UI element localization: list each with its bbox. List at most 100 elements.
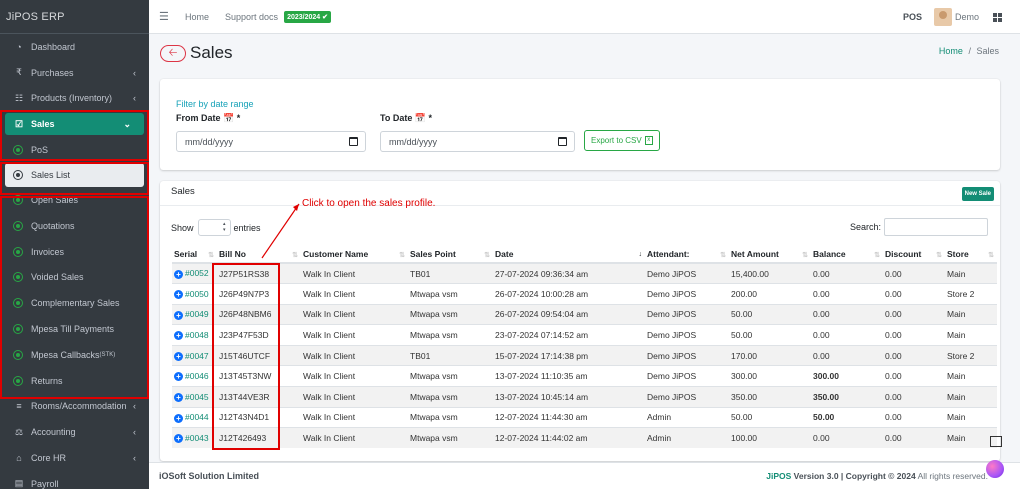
sidebar-item-suffix: (STK) (99, 351, 116, 358)
sidebar-item-label: Quotations (31, 220, 75, 231)
cell-bill-no[interactable]: J12T43N4D1 (217, 406, 301, 428)
from-date-input[interactable]: mm/dd/yyyy (176, 131, 366, 152)
sidebar-item-payroll[interactable]: ▤ Payroll (0, 471, 149, 489)
sidebar-item-pos[interactable]: PoS (0, 137, 149, 163)
sidebar-item-returns[interactable]: Returns (0, 368, 149, 394)
expand-row-icon[interactable]: + (174, 434, 183, 444)
cell-bill-no[interactable]: J26P49N7P3 (217, 283, 301, 305)
sidebar-item-sales[interactable]: ☑ Sales ⌄ (5, 113, 144, 136)
avatar[interactable] (933, 8, 952, 26)
calendar-icon[interactable] (558, 137, 567, 146)
cell-serial: + #0047 (172, 344, 217, 366)
expand-row-icon[interactable]: + (174, 269, 183, 279)
pos-link[interactable]: POS (903, 12, 922, 22)
back-arrow-icon[interactable]: 🡠 (160, 44, 186, 62)
table-row[interactable]: + #0046 J13T45T3NW Walk In Client Mtwapa vsm… (172, 365, 997, 387)
table-row[interactable]: + #0049 J26P48NBM6 Walk In Client Mtwapa vsm… (172, 303, 997, 325)
column-header[interactable]: Attendant: ⇅ (645, 246, 729, 264)
cell-store: Main (945, 324, 997, 346)
expand-row-icon[interactable]: + (174, 392, 183, 402)
sidebar-item-products-inventory[interactable]: ☷ Products (Inventory) ‹ (0, 86, 149, 112)
cell-discount: 0.00 (883, 262, 945, 284)
home-link[interactable]: Home (185, 12, 209, 22)
sidebar-nav: ◔ Dashboard ₹ Purchases ‹ ☷ Products (Inventor… (0, 34, 149, 489)
expand-row-icon[interactable]: + (174, 331, 183, 341)
sidebar-item-voided-sales[interactable]: Voided Sales (0, 265, 149, 291)
cell-bill-no[interactable]: J26P48NBM6 (217, 303, 301, 325)
sidebar-item-open-sales[interactable]: Open Sales (0, 187, 149, 213)
column-header[interactable]: Balance ⇅ (811, 246, 883, 264)
cell-bill-no[interactable]: J13T45T3NW (217, 365, 301, 387)
cell-customer-name: Walk In Client (301, 303, 408, 325)
sidebar-item-quotations[interactable]: Quotations (0, 213, 149, 239)
sidebar-item-sales-list[interactable]: Sales List (5, 163, 144, 188)
sidebar-item-mpesa-callbacks[interactable]: Mpesa Callbacks (STK) (0, 342, 149, 368)
sidebar-item-purchases[interactable]: ₹ Purchases ‹ (0, 60, 149, 86)
expand-row-icon[interactable]: + (174, 290, 183, 300)
cell-bill-no[interactable]: J27P51RS38 (217, 262, 301, 284)
cell-bill-no[interactable]: J12T426493 (217, 427, 301, 449)
footer-copyright: JiPOS Version 3.0 | Copyright © 2024 All… (766, 471, 988, 481)
expand-row-icon[interactable]: + (174, 413, 183, 423)
export-csv-button[interactable]: Export to CSV x (584, 130, 660, 151)
sort-icon: ⇅ (988, 252, 994, 259)
sidebar-item-rooms-accommodation[interactable]: ≡ Rooms/Accommodation ‹ (0, 394, 149, 420)
entries-select[interactable] (197, 219, 231, 236)
table-row[interactable]: + #0052 J27P51RS38 Walk In Client TB01 27-07-… (172, 262, 997, 284)
table-row[interactable]: + #0044 J12T43N4D1 Walk In Client Mtwapa vsm… (172, 406, 997, 428)
expand-row-icon[interactable]: + (174, 310, 183, 320)
user-name[interactable]: Demo (955, 12, 979, 22)
sidebar-item-core-hr[interactable]: ⌂ Core HR ‹ (0, 445, 149, 471)
new-sale-button[interactable]: New Sale (961, 187, 994, 201)
to-date-value: mm/dd/yyyy (389, 136, 438, 147)
expand-row-icon[interactable]: + (174, 372, 183, 382)
column-header[interactable]: Net Amount ⇅ (729, 246, 811, 264)
cell-date: 12-07-2024 11:44:30 am (493, 406, 645, 428)
table-row[interactable]: + #0048 J23P47F53D Walk In Client Mtwapa vsm… (172, 324, 997, 346)
column-header[interactable]: Serial ⇅ (172, 246, 217, 264)
calendar-icon[interactable] (349, 137, 358, 146)
page-header: 🡠 Sales (160, 43, 233, 63)
cell-store: Main (945, 262, 997, 284)
cell-bill-no[interactable]: J23P47F53D (217, 324, 301, 346)
sidebar-item-complementary-sales[interactable]: Complementary Sales (0, 290, 149, 316)
table-row[interactable]: + #0045 J13T44VE3R Walk In Client Mtwapa vsm… (172, 386, 997, 408)
table-row[interactable]: + #0050 J26P49N7P3 Walk In Client Mtwapa vsm… (172, 283, 997, 305)
circle-dot-icon (13, 170, 23, 181)
column-header[interactable]: Bill No ⇅ (217, 246, 301, 264)
sidebar-item-accounting[interactable]: ⚖ Accounting ‹ (0, 419, 149, 445)
column-header-label: Serial (174, 249, 198, 259)
menu-toggle-icon[interactable]: ☰ (159, 10, 169, 23)
sidebar-item-invoices[interactable]: Invoices (0, 239, 149, 265)
column-header[interactable]: Sales Point ⇅ (408, 246, 493, 264)
column-header[interactable]: Customer Name ⇅ (301, 246, 408, 264)
search-input[interactable] (884, 218, 988, 236)
to-date-input[interactable]: mm/dd/yyyy (380, 131, 575, 152)
sidebar-item-label: Invoices (31, 246, 65, 257)
brand-logo[interactable]: JiPOS ERP (0, 0, 149, 34)
cell-net-amount: 170.00 (729, 344, 811, 366)
sidebar-item-dashboard[interactable]: ◔ Dashboard (0, 34, 149, 60)
cell-balance: 350.00 (811, 386, 883, 408)
cell-sales-point: Mtwapa vsm (408, 283, 493, 305)
sidebar-item-mpesa-till-payments[interactable]: Mpesa Till Payments (0, 316, 149, 342)
column-header[interactable]: Discount ⇅ (883, 246, 945, 264)
column-header[interactable]: Store ⇅ (945, 246, 997, 264)
book-icon[interactable] (989, 434, 1003, 448)
sidebar-item-label: PoS (31, 145, 49, 156)
cell-bill-no[interactable]: J13T44VE3R (217, 386, 301, 408)
column-header[interactable]: Date ↓ (493, 246, 645, 264)
expand-row-icon[interactable]: + (174, 351, 183, 361)
cell-customer-name: Walk In Client (301, 262, 408, 284)
breadcrumb-home[interactable]: Home (939, 46, 963, 56)
cell-sales-point: TB01 (408, 344, 493, 366)
sort-icon: ⇅ (292, 252, 298, 259)
circle-dot-icon (13, 220, 23, 231)
support-docs-link[interactable]: Support docs (225, 12, 278, 22)
entries-label: entries (233, 222, 261, 233)
apps-grid-icon[interactable] (993, 12, 1002, 22)
table-row[interactable]: + #0043 J12T426493 Walk In Client Mtwapa vsm… (172, 427, 997, 449)
cell-bill-no[interactable]: J15T46UTCF (217, 344, 301, 366)
assistant-icon[interactable] (986, 460, 1004, 478)
table-row[interactable]: + #0047 J15T46UTCF Walk In Client TB01 15-07-… (172, 344, 997, 366)
